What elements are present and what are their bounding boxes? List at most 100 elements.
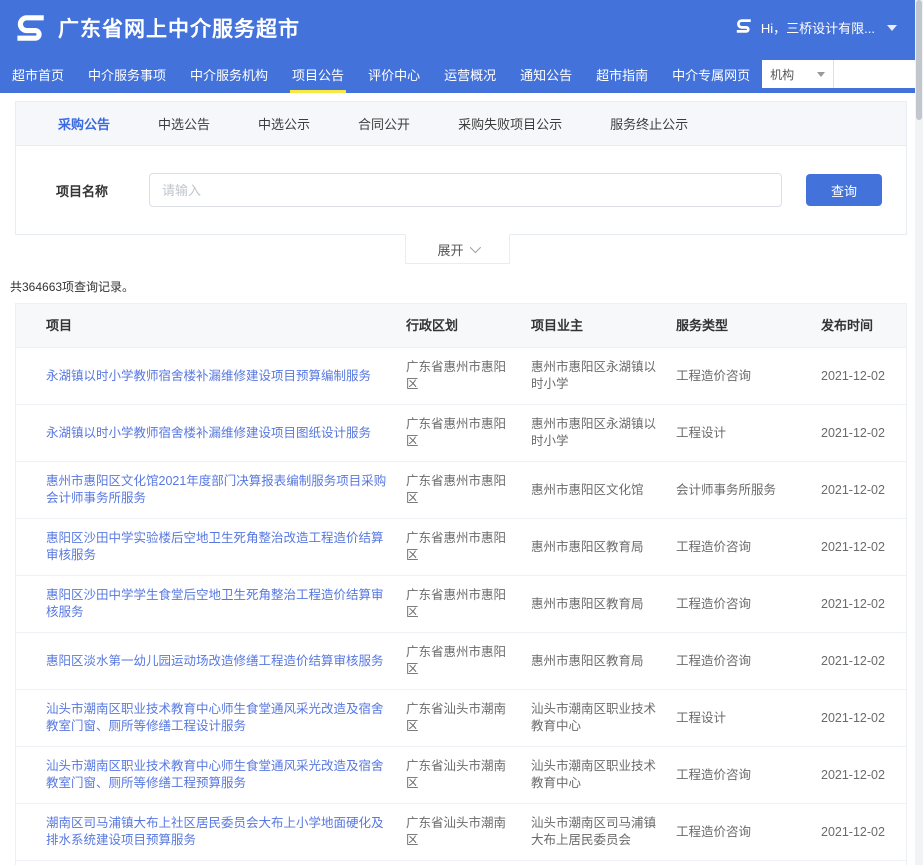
- cell-publish-date: 2021-12-02: [821, 642, 899, 681]
- table-header-row: 项目行政区划项目业主服务类型发布时间: [16, 304, 906, 348]
- global-search: 机构: [762, 60, 923, 88]
- column-header-5: 发布时间: [821, 304, 896, 347]
- tab-4[interactable]: 合同公开: [358, 114, 410, 133]
- cell-owner: 汕头市潮南区司马浦镇大布上居民委员会: [531, 861, 676, 865]
- project-link[interactable]: 惠州市惠阳区文化馆2021年度部门决算报表编制服务项目采购会计师事务所服务: [46, 474, 386, 505]
- cell-region: 广东省汕头市潮南区: [406, 747, 531, 803]
- cell-owner: 汕头市潮南区职业技术教育中心: [531, 690, 676, 746]
- cell-service-type: 会计师事务所服务: [676, 471, 821, 510]
- table-body: 永湖镇以时小学教师宿舍楼补漏维修建设项目预算编制服务广东省惠州市惠阳区惠州市惠阳…: [16, 348, 906, 865]
- results-table: 项目行政区划项目业主服务类型发布时间 永湖镇以时小学教师宿舍楼补漏维修建设项目预…: [15, 303, 907, 865]
- cell-owner: 惠州市惠阳区永湖镇以时小学: [531, 348, 676, 404]
- cell-project: 惠州市惠阳区文化馆2021年度部门决算报表编制服务项目采购会计师事务所服务: [46, 462, 406, 518]
- scrollbar[interactable]: [915, 0, 923, 865]
- search-category-select[interactable]: 机构: [762, 60, 834, 88]
- chevron-down-icon: [469, 242, 480, 253]
- cell-service-type: 工程造价咨询: [676, 642, 821, 681]
- table-row: 惠阳区沙田中学实验楼后空地卫生死角整治改造工程造价结算审核服务广东省惠州市惠阳区…: [16, 519, 906, 576]
- column-header-1: 项目: [46, 304, 406, 347]
- tab-6[interactable]: 服务终止公示: [610, 114, 688, 133]
- cell-region: 广东省惠州市惠阳区: [406, 519, 531, 575]
- cell-publish-date: 2021-12-02: [821, 471, 899, 510]
- column-header-4: 服务类型: [676, 304, 821, 347]
- cell-project: 汕头市潮南区职业技术教育中心师生食堂通风采光改造及宿舍教室门窗、厕所等修缮工程预…: [46, 747, 406, 803]
- nav-item-3[interactable]: 中介服务机构: [178, 55, 280, 93]
- column-header-3: 项目业主: [531, 304, 676, 347]
- project-name-input[interactable]: [149, 173, 782, 207]
- cell-project: 惠阳区淡水第一幼儿园运动场改造修缮工程造价结算审核服务: [46, 642, 406, 681]
- project-link[interactable]: 惠阳区沙田中学学生食堂后空地卫生死角整治工程造价结算审核服务: [46, 588, 384, 619]
- table-row: 惠阳区淡水第一幼儿园运动场改造修缮工程造价结算审核服务广东省惠州市惠阳区惠州市惠…: [16, 633, 906, 690]
- cell-service-type: 工程造价咨询: [676, 357, 821, 396]
- table-row: 潮南区司马浦镇大布上社区居民委员会大布上小学地面硬化及排水系统建设项目预算服务广…: [16, 804, 906, 861]
- cell-region: 广东省惠州市惠阳区: [406, 348, 531, 404]
- tab-1[interactable]: 采购公告: [58, 114, 110, 133]
- table-row: 汕头市潮南区职业技术教育中心师生食堂通风采光改造及宿舍教室门窗、厕所等修缮工程设…: [16, 690, 906, 747]
- table-row: 惠州市惠阳区文化馆2021年度部门决算报表编制服务项目采购会计师事务所服务广东省…: [16, 462, 906, 519]
- main-area: 广东省网上中介服务超市 Hi，三桥设计有限... 超市首页中介服务事项中介服务机…: [0, 0, 915, 865]
- table-row: 惠阳区沙田中学学生食堂后空地卫生死角整治工程造价结算审核服务广东省惠州市惠阳区惠…: [16, 576, 906, 633]
- nav-item-9[interactable]: 中介专属网页: [660, 55, 762, 93]
- search-category-value: 机构: [770, 66, 794, 83]
- tab-3[interactable]: 中选公示: [258, 114, 310, 133]
- cell-region: 广东省汕头市潮南区: [406, 804, 531, 860]
- expand-wrap: 展开: [0, 235, 915, 264]
- project-link[interactable]: 惠阳区沙田中学实验楼后空地卫生死角整治改造工程造价结算审核服务: [46, 531, 384, 562]
- nav-item-7[interactable]: 通知公告: [508, 55, 584, 93]
- cell-region: 广东省汕头市潮南区: [406, 861, 531, 865]
- page: 广东省网上中介服务超市 Hi，三桥设计有限... 超市首页中介服务事项中介服务机…: [0, 0, 923, 865]
- filter-row: 项目名称 查询: [16, 146, 906, 234]
- cell-owner: 汕头市潮南区司马浦镇大布上居民委员会: [531, 804, 676, 860]
- project-link[interactable]: 汕头市潮南区职业技术教育中心师生食堂通风采光改造及宿舍教室门窗、厕所等修缮工程预…: [46, 759, 384, 790]
- scrollbar-thumb[interactable]: [916, 0, 922, 120]
- cell-project: 永湖镇以时小学教师宿舍楼补漏维修建设项目预算编制服务: [46, 357, 406, 396]
- user-greeting: Hi，三桥设计有限...: [761, 18, 875, 37]
- table-row: 潮南区司马浦镇大布上社区居民委员会大布上小学地面硬化及排水系统建设项目施工图纸设…: [16, 861, 906, 865]
- tab-2[interactable]: 中选公告: [158, 114, 210, 133]
- nav-item-8[interactable]: 超市指南: [584, 55, 660, 93]
- select-caret-icon: [817, 72, 825, 77]
- site-title: 广东省网上中介服务超市: [58, 13, 300, 43]
- cell-publish-date: 2021-12-02: [821, 414, 899, 453]
- cell-region: 广东省汕头市潮南区: [406, 690, 531, 746]
- cell-owner: 惠州市惠阳区教育局: [531, 528, 676, 567]
- cell-service-type: 工程造价咨询: [676, 528, 821, 567]
- project-link[interactable]: 永湖镇以时小学教师宿舍楼补漏维修建设项目图纸设计服务: [46, 426, 371, 440]
- cell-publish-date: 2021-12-02: [821, 585, 899, 624]
- cell-owner: 汕头市潮南区职业技术教育中心: [531, 747, 676, 803]
- expand-button[interactable]: 展开: [405, 234, 510, 264]
- nav-item-6[interactable]: 运营概况: [432, 55, 508, 93]
- project-link[interactable]: 潮南区司马浦镇大布上社区居民委员会大布上小学地面硬化及排水系统建设项目预算服务: [46, 816, 384, 847]
- cell-project: 潮南区司马浦镇大布上社区居民委员会大布上小学地面硬化及排水系统建设项目预算服务: [46, 804, 406, 860]
- announcement-tabs: 采购公告 中选公告 中选公示 合同公开 采购失败项目公示 服务终止公示: [16, 102, 906, 146]
- cell-region: 广东省惠州市惠阳区: [406, 633, 531, 689]
- nav-items: 超市首页中介服务事项中介服务机构项目公告评价中心运营概况通知公告超市指南中介专属…: [0, 55, 762, 93]
- caret-down-icon: [887, 25, 897, 31]
- nav-item-5[interactable]: 评价中心: [356, 55, 432, 93]
- project-link[interactable]: 永湖镇以时小学教师宿舍楼补漏维修建设项目预算编制服务: [46, 369, 371, 383]
- cell-service-type: 工程造价咨询: [676, 813, 821, 852]
- nav-bar: 超市首页中介服务事项中介服务机构项目公告评价中心运营概况通知公告超市指南中介专属…: [0, 55, 915, 93]
- cell-service-type: 工程造价咨询: [676, 756, 821, 795]
- site-logo-icon: [14, 11, 48, 45]
- table-row: 永湖镇以时小学教师宿舍楼补漏维修建设项目预算编制服务 广东省惠州市惠阳区惠州市惠阳…: [16, 348, 906, 405]
- cell-owner: 惠州市惠阳区文化馆: [531, 471, 676, 510]
- nav-item-1[interactable]: 超市首页: [0, 55, 76, 93]
- top-header: 广东省网上中介服务超市 Hi，三桥设计有限...: [0, 0, 915, 55]
- project-link[interactable]: 惠阳区淡水第一幼儿园运动场改造修缮工程造价结算审核服务: [46, 654, 384, 668]
- cell-publish-date: 2021-12-02: [821, 813, 899, 852]
- nav-item-2[interactable]: 中介服务事项: [76, 55, 178, 93]
- project-link[interactable]: 汕头市潮南区职业技术教育中心师生食堂通风采光改造及宿舍教室门窗、厕所等修缮工程设…: [46, 702, 384, 733]
- query-button[interactable]: 查询: [806, 174, 882, 206]
- tab-5[interactable]: 采购失败项目公示: [458, 114, 562, 133]
- global-search-input[interactable]: [834, 60, 923, 88]
- cell-region: 广东省惠州市惠阳区: [406, 462, 531, 518]
- cell-region: 广东省惠州市惠阳区: [406, 576, 531, 632]
- cell-publish-date: 2021-12-02: [821, 528, 899, 567]
- cell-publish-date: 2021-12-02: [821, 357, 899, 396]
- cell-publish-date: 2021-12-02: [821, 699, 899, 738]
- user-menu[interactable]: Hi，三桥设计有限...: [735, 17, 897, 38]
- expand-label: 展开: [437, 240, 463, 259]
- table-row: 永湖镇以时小学教师宿舍楼补漏维修建设项目图纸设计服务广东省惠州市惠阳区惠州市惠阳…: [16, 405, 906, 462]
- nav-item-4[interactable]: 项目公告: [280, 55, 356, 93]
